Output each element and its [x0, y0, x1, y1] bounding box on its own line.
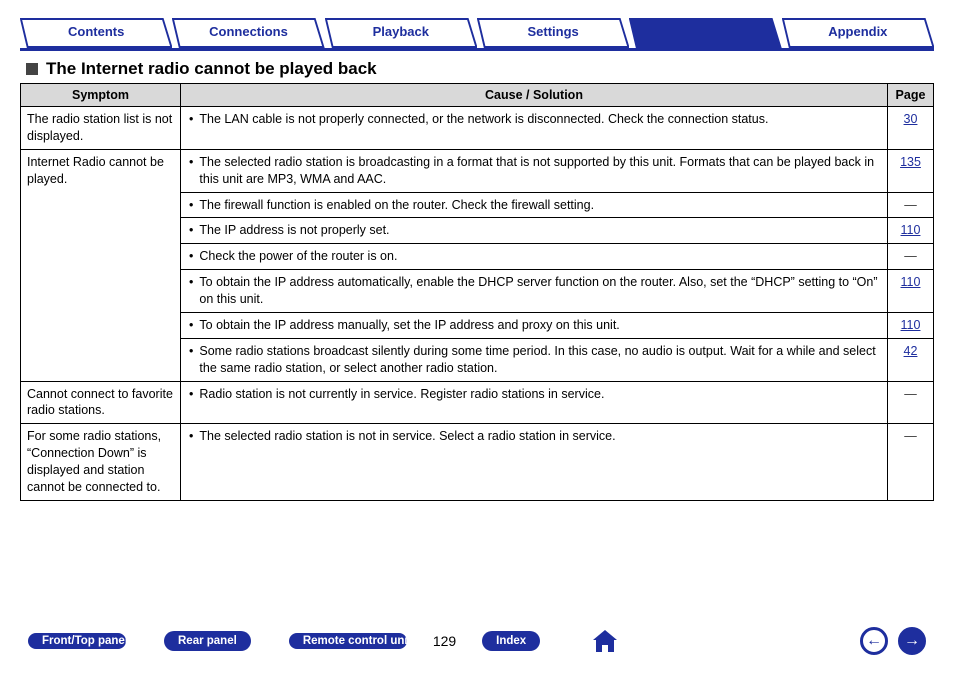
home-icon[interactable]	[590, 627, 620, 655]
heading-square-icon	[26, 63, 38, 75]
rear-panel-button[interactable]: Rear panel	[164, 631, 251, 651]
symptom-cell: The radio station list is not displayed.	[21, 107, 181, 150]
page-cell: —	[888, 381, 934, 424]
heading-text: The Internet radio cannot be played back	[46, 59, 377, 79]
arrow-left-icon: ←	[866, 633, 882, 649]
table-row: Cannot connect to favorite radio station…	[21, 381, 934, 424]
table-row: For some radio stations, “Connection Dow…	[21, 424, 934, 501]
tab-connections[interactable]: Connections	[172, 18, 324, 48]
page-cell: —	[888, 424, 934, 501]
page-cell: —	[888, 244, 934, 270]
tab-appendix[interactable]: Appendix	[782, 18, 934, 48]
arrow-right-icon: →	[904, 633, 920, 649]
cause-cell: The firewall function is enabled on the …	[181, 192, 888, 218]
cause-cell: To obtain the IP address manually, set t…	[181, 312, 888, 338]
page-cell[interactable]: 30	[888, 107, 934, 150]
cause-cell: The selected radio station is broadcasti…	[181, 149, 888, 192]
th-page: Page	[888, 84, 934, 107]
prev-page-button[interactable]: ←	[860, 627, 888, 655]
table-row: The radio station list is not displayed.…	[21, 107, 934, 150]
section-heading: The Internet radio cannot be played back	[26, 59, 928, 79]
index-button[interactable]: Index	[482, 631, 540, 651]
cause-cell: Check the power of the router is on.	[181, 244, 888, 270]
page-cell: —	[888, 192, 934, 218]
top-tabs: Contents Connections Playback Settings T…	[20, 18, 934, 48]
tab-settings[interactable]: Settings	[477, 18, 629, 48]
remote-control-button[interactable]: Remote control unit	[289, 633, 407, 649]
tab-playback[interactable]: Playback	[325, 18, 477, 48]
symptom-cell: Cannot connect to favorite radio station…	[21, 381, 181, 424]
cause-cell: The selected radio station is not in ser…	[181, 424, 888, 501]
tab-tips[interactable]: Tips	[629, 18, 781, 48]
page-cell[interactable]: 42	[888, 338, 934, 381]
cause-cell: Radio station is not currently in servic…	[181, 381, 888, 424]
page-cell[interactable]: 110	[888, 270, 934, 313]
troubleshoot-table: Symptom Cause / Solution Page The radio …	[20, 83, 934, 501]
page-number: 129	[433, 633, 456, 649]
cause-cell: To obtain the IP address automatically, …	[181, 270, 888, 313]
th-cause: Cause / Solution	[181, 84, 888, 107]
page-cell[interactable]: 135	[888, 149, 934, 192]
symptom-cell: For some radio stations, “Connection Dow…	[21, 424, 181, 501]
cause-cell: The LAN cable is not properly connected,…	[181, 107, 888, 150]
front-top-panel-button[interactable]: Front/Top panel	[28, 633, 126, 649]
tab-underline	[20, 48, 934, 51]
cause-cell: The IP address is not properly set.	[181, 218, 888, 244]
tab-contents[interactable]: Contents	[20, 18, 172, 48]
page-cell[interactable]: 110	[888, 218, 934, 244]
next-page-button[interactable]: →	[898, 627, 926, 655]
cause-cell: Some radio stations broadcast silently d…	[181, 338, 888, 381]
page-cell[interactable]: 110	[888, 312, 934, 338]
th-symptom: Symptom	[21, 84, 181, 107]
footer-bar: Front/Top panel Rear panel Remote contro…	[0, 627, 954, 655]
symptom-cell: Internet Radio cannot be played.	[21, 149, 181, 381]
table-row: Internet Radio cannot be played. The sel…	[21, 149, 934, 192]
